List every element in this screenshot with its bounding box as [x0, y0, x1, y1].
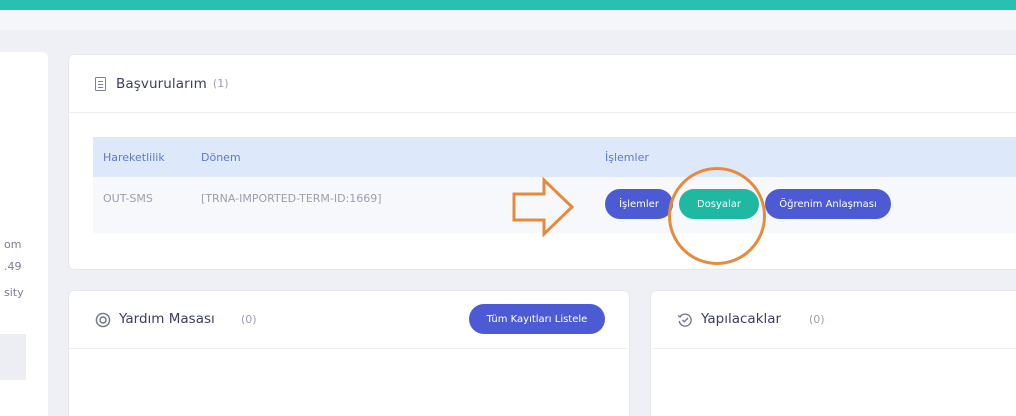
top-accent-bar [0, 0, 1016, 10]
table-header: Hareketlilik Dönem İşlemler [93, 137, 1016, 177]
document-icon [95, 76, 106, 91]
helpdesk-card: Yardım Masası (0) Tüm Kayıtları Listele [68, 290, 630, 416]
arrow-right-icon [512, 176, 575, 238]
highlight-circle [668, 167, 766, 265]
header-strip [0, 10, 1016, 30]
applications-title: Başvurularım [116, 75, 207, 92]
column-header-term: Dönem [201, 151, 241, 164]
applications-card-header: Başvurularım (1) [69, 55, 1016, 113]
sidebar-text-fragment: .49 [4, 260, 22, 273]
list-all-records-button[interactable]: Tüm Kayıtları Listele [469, 304, 605, 334]
tasks-icon [677, 313, 692, 327]
sidebar-placeholder-box [0, 334, 26, 380]
islemler-button[interactable]: İşlemler [605, 189, 673, 219]
column-header-mobility: Hareketlilik [103, 151, 165, 164]
helpdesk-count: (0) [241, 313, 257, 326]
todo-card-header: Yapılacaklar (0) [651, 291, 1016, 349]
lifebuoy-icon [95, 312, 111, 328]
ogrenim-anlasmasi-button[interactable]: Öğrenim Anlaşması [765, 189, 891, 219]
helpdesk-title: Yardım Masası [119, 311, 215, 327]
applications-count: (1) [212, 77, 229, 90]
todo-title: Yapılacaklar [701, 311, 782, 327]
todo-card: Yapılacaklar (0) [650, 290, 1016, 416]
sidebar-text-fragment: om [4, 238, 22, 251]
sidebar-text-fragment: sity [4, 286, 24, 299]
todo-count: (0) [809, 313, 825, 326]
column-header-actions: İşlemler [605, 151, 649, 164]
left-sidebar-card: om .49 sity [0, 52, 48, 416]
cell-term: [TRNA-IMPORTED-TERM-ID:1669] [201, 192, 382, 205]
cell-mobility: OUT-SMS [103, 192, 153, 205]
helpdesk-card-header: Yardım Masası (0) Tüm Kayıtları Listele [69, 291, 629, 349]
